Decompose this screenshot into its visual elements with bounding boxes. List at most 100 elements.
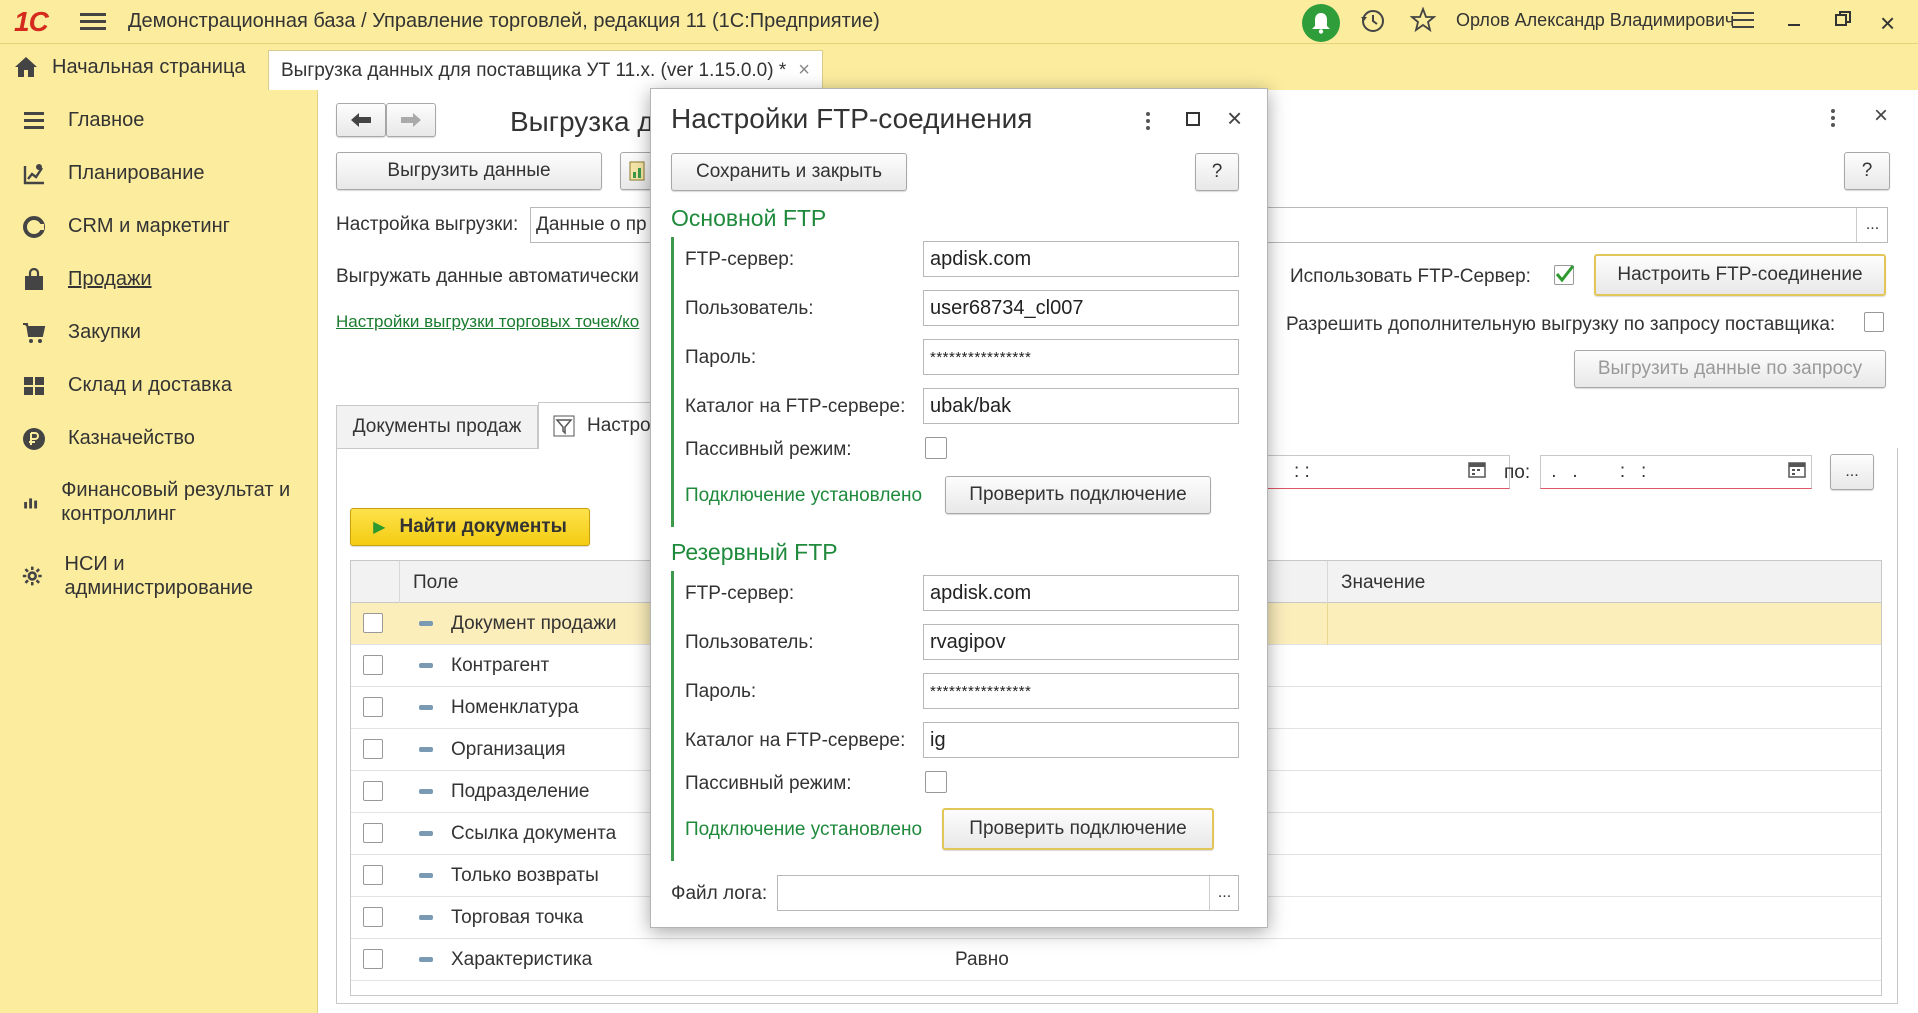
nav-back-button[interactable] bbox=[336, 103, 386, 137]
row-checkbox[interactable] bbox=[363, 781, 383, 801]
row-field-name: Подразделение bbox=[451, 781, 590, 802]
backup-connection-status: Подключение установлено bbox=[685, 819, 923, 840]
field-dash-icon bbox=[419, 747, 433, 752]
backup-password-input[interactable]: **************** bbox=[923, 673, 1239, 709]
stores-settings-link[interactable]: Настройки выгрузки торговых точек/ко bbox=[336, 312, 639, 332]
field-dash-icon bbox=[419, 831, 433, 836]
main-menu-icon[interactable] bbox=[80, 9, 106, 33]
field-dash-icon bbox=[419, 915, 433, 920]
sidebar-item-label: Склад и доставка bbox=[68, 374, 232, 396]
date-to-input[interactable]: . . : : bbox=[1540, 455, 1812, 489]
backup-server-label: FTP-сервер: bbox=[685, 583, 795, 604]
favorites-star-icon[interactable] bbox=[1409, 6, 1437, 39]
sidebar-item-warehouse[interactable]: Склад и доставка bbox=[22, 373, 232, 398]
backup-server-input[interactable]: apdisk.com bbox=[923, 575, 1239, 611]
settings-menu-icon[interactable] bbox=[1732, 10, 1754, 36]
primary-user-input[interactable]: user68734_cl007 bbox=[923, 290, 1239, 326]
more-actions-icon[interactable] bbox=[1830, 108, 1836, 134]
tab-export-data[interactable]: Выгрузка данных для поставщика УТ 11.х. … bbox=[268, 50, 823, 90]
export-setting-select-button[interactable]: ... bbox=[1856, 208, 1888, 242]
arrow-right-icon bbox=[401, 113, 421, 127]
primary-server-label: FTP-сервер: bbox=[685, 249, 795, 270]
tab-close-icon[interactable]: × bbox=[798, 59, 810, 82]
backup-directory-input[interactable]: ig bbox=[923, 722, 1239, 758]
current-user[interactable]: Орлов Александр Владимирович bbox=[1456, 10, 1734, 31]
section-bar bbox=[671, 237, 674, 527]
primary-directory-input[interactable]: ubak/bak bbox=[923, 388, 1239, 424]
primary-user-label: Пользователь: bbox=[685, 298, 814, 319]
allow-additional-export-checkbox[interactable] bbox=[1864, 312, 1884, 332]
planning-icon bbox=[23, 164, 44, 185]
row-checkbox[interactable] bbox=[363, 865, 383, 885]
primary-server-input[interactable]: apdisk.com bbox=[923, 241, 1239, 277]
calendar-icon[interactable] bbox=[1788, 460, 1806, 484]
row-checkbox[interactable] bbox=[363, 949, 383, 969]
maximize-icon[interactable] bbox=[1185, 111, 1201, 133]
restore-window-icon[interactable] bbox=[1834, 10, 1852, 34]
sidebar-item-admin[interactable]: НСИ и администрирование bbox=[22, 552, 282, 600]
row-field-name: Торговая точка bbox=[451, 907, 584, 928]
use-ftp-checkbox[interactable] bbox=[1554, 265, 1575, 285]
row-checkbox[interactable] bbox=[363, 697, 383, 717]
close-window-icon[interactable]: × bbox=[1880, 8, 1895, 39]
date-to-label: по: bbox=[1504, 462, 1531, 483]
backup-user-input[interactable]: rvagipov bbox=[923, 624, 1239, 660]
export-on-request-button[interactable]: Выгрузить данные по запросу bbox=[1574, 350, 1886, 388]
primary-password-label: Пароль: bbox=[685, 347, 757, 368]
sidebar-item-label: Финансовый результат и контроллинг bbox=[61, 479, 291, 525]
table-row[interactable]: Характеристика Равно bbox=[351, 939, 1881, 981]
tab-settings-label: Настро bbox=[587, 415, 651, 436]
sidebar-item-financial[interactable]: Финансовый результат и контроллинг bbox=[22, 478, 312, 526]
sidebar-item-sales[interactable]: Продажи bbox=[22, 267, 152, 292]
home-icon bbox=[15, 57, 37, 77]
tab-home[interactable]: Начальная страница bbox=[0, 44, 260, 90]
primary-passive-checkbox[interactable] bbox=[925, 437, 947, 459]
warehouse-icon bbox=[24, 377, 44, 395]
minimize-icon[interactable] bbox=[1786, 12, 1802, 34]
backup-passive-checkbox[interactable] bbox=[925, 771, 947, 793]
row-checkbox[interactable] bbox=[363, 613, 383, 633]
calendar-icon[interactable] bbox=[1468, 460, 1486, 484]
primary-check-connection-button[interactable]: Проверить подключение bbox=[945, 476, 1211, 514]
sidebar-item-label: Главное bbox=[68, 109, 145, 131]
field-dash-icon bbox=[419, 621, 433, 626]
sidebar-item-treasury[interactable]: Казначейство bbox=[22, 426, 195, 451]
sidebar-item-main[interactable]: Главное bbox=[22, 108, 144, 133]
sidebar-item-planning[interactable]: Планирование bbox=[22, 161, 205, 186]
sidebar-item-purchases[interactable]: Закупки bbox=[22, 320, 141, 345]
backup-check-connection-button[interactable]: Проверить подключение bbox=[942, 808, 1214, 850]
find-documents-label: Найти документы bbox=[399, 516, 567, 537]
primary-passive-label: Пассивный режим: bbox=[685, 439, 852, 460]
date-from-value: : : bbox=[1294, 461, 1310, 482]
sidebar-item-label: Планирование bbox=[68, 162, 205, 184]
row-checkbox[interactable] bbox=[363, 739, 383, 759]
export-setting-value: Данные о пр bbox=[536, 214, 647, 235]
column-header-value[interactable]: Значение bbox=[1341, 572, 1425, 594]
row-field-name: Только возвраты bbox=[451, 865, 599, 886]
help-button[interactable]: ? bbox=[1844, 152, 1890, 190]
row-checkbox[interactable] bbox=[363, 907, 383, 927]
nav-forward-button[interactable] bbox=[386, 103, 436, 137]
primary-password-input[interactable]: **************** bbox=[923, 339, 1239, 375]
history-icon[interactable] bbox=[1360, 8, 1386, 40]
log-file-input[interactable] bbox=[777, 875, 1239, 911]
sidebar-item-crm[interactable]: CRM и маркетинг bbox=[22, 214, 230, 239]
row-checkbox[interactable] bbox=[363, 823, 383, 843]
row-checkbox[interactable] bbox=[363, 655, 383, 675]
find-documents-button[interactable]: ▶ Найти документы bbox=[350, 508, 590, 546]
log-file-select-button[interactable]: ... bbox=[1209, 876, 1239, 910]
select-period-button[interactable]: ... bbox=[1830, 454, 1874, 490]
tab-sales-documents[interactable]: Документы продаж bbox=[336, 405, 538, 449]
field-dash-icon bbox=[419, 705, 433, 710]
save-and-close-button[interactable]: Сохранить и закрыть bbox=[671, 153, 907, 191]
crm-icon bbox=[23, 216, 45, 238]
more-actions-icon[interactable] bbox=[1145, 111, 1151, 137]
export-data-button[interactable]: Выгрузить данные bbox=[336, 152, 602, 190]
column-header-field[interactable]: Поле bbox=[413, 572, 458, 594]
dialog-help-button[interactable]: ? bbox=[1195, 153, 1239, 191]
configure-ftp-button[interactable]: Настроить FTP-соединение bbox=[1594, 254, 1886, 296]
form-close-icon[interactable]: × bbox=[1874, 102, 1888, 130]
dialog-close-icon[interactable]: × bbox=[1227, 103, 1242, 134]
cart-icon bbox=[23, 323, 46, 343]
notifications-bell-icon[interactable] bbox=[1302, 4, 1340, 42]
